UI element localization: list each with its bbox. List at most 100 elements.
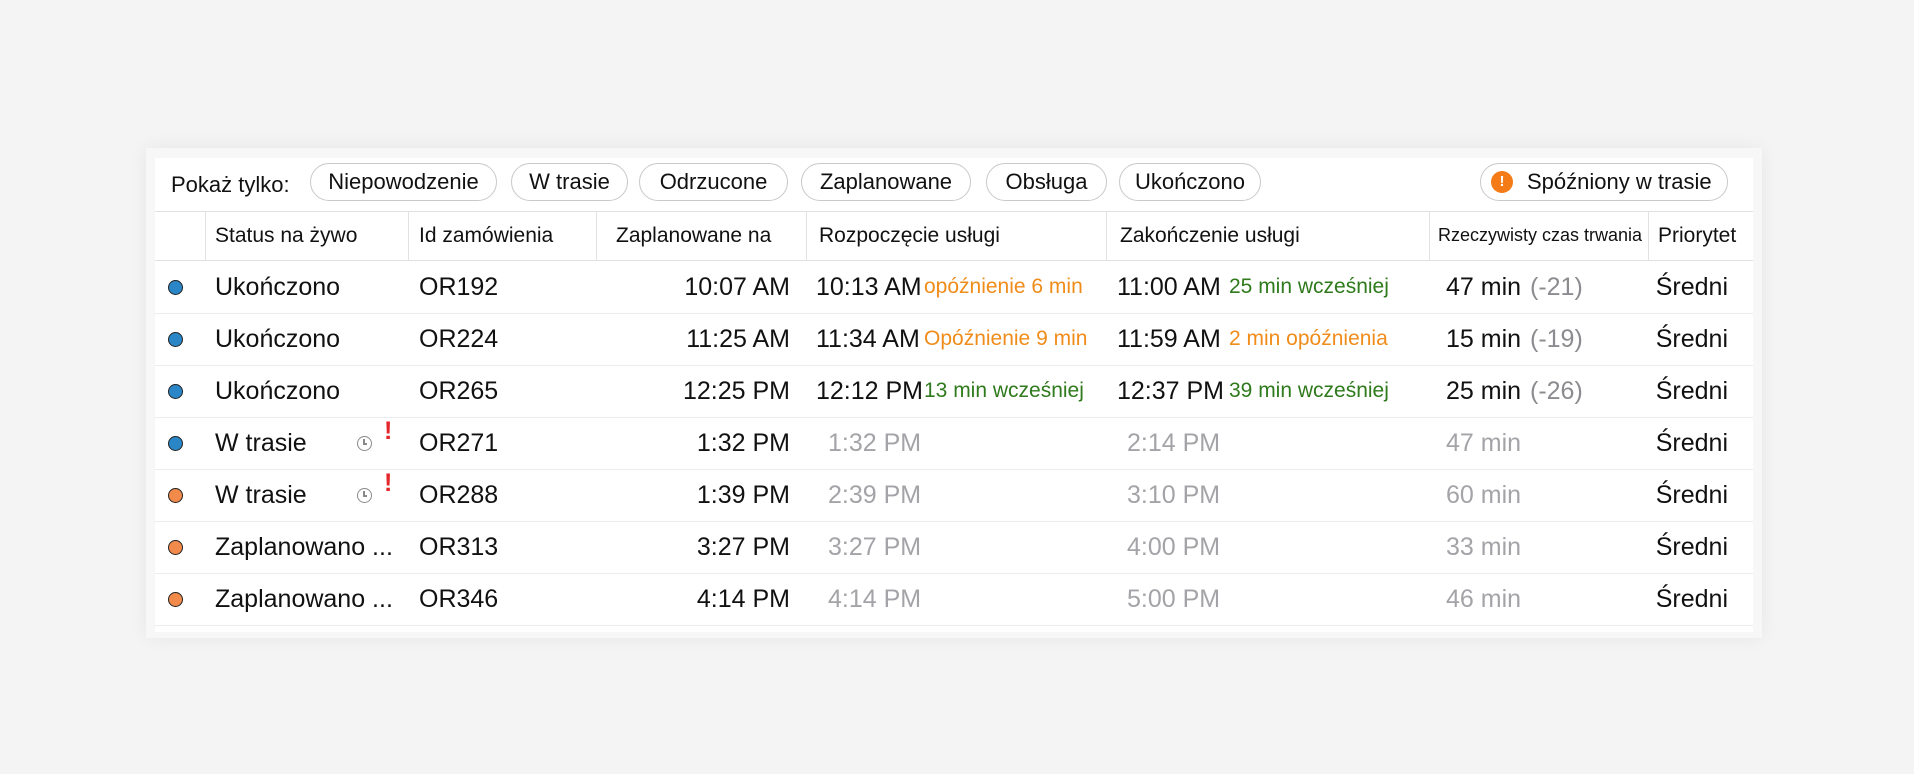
warning-icon: ! [1491, 171, 1513, 193]
actual-duration: 60 min [1446, 481, 1522, 509]
order-id: OR224 [419, 325, 499, 353]
priority-value: Średni [1655, 533, 1728, 561]
order-id: OR288 [419, 481, 499, 509]
priority-value: Średni [1655, 377, 1728, 405]
header-divider [408, 211, 409, 260]
header-actual-duration[interactable]: Rzeczywisty czas trwania [1438, 211, 1642, 260]
header-divider [1429, 211, 1430, 260]
order-id: OR265 [419, 377, 499, 405]
service-start-note: opóźnienie 6 min [924, 275, 1083, 298]
status-dot-icon [168, 280, 183, 295]
actual-duration: 15 min [1446, 325, 1522, 353]
header-divider [1648, 211, 1649, 260]
orders-panel: Pokaż tylko: Niepowodzenie W trasie Odrz… [155, 158, 1753, 632]
service-start-note: 13 min wcześniej [924, 379, 1084, 402]
actual-duration: 33 min [1446, 533, 1522, 561]
service-end-time: 12:37 PM [1117, 377, 1225, 405]
status-dot-icon [168, 488, 183, 503]
filter-chip-late-in-transit[interactable]: ! Spóźniony w trasie [1480, 163, 1728, 201]
service-start-time: 3:27 PM [828, 533, 922, 561]
priority-value: Średni [1655, 273, 1728, 301]
service-end-time: 11:59 AM [1117, 325, 1221, 353]
service-end-time: 5:00 PM [1127, 585, 1221, 613]
status-dot-icon [168, 592, 183, 607]
table-row[interactable]: Ukończono OR265 12:25 PM 12:12 PM 13 min wcz… [155, 365, 1753, 418]
header-divider [1106, 211, 1107, 260]
service-end-time: 11:00 AM [1117, 273, 1221, 301]
filter-chip-obsluga[interactable]: Obsługa [986, 163, 1107, 201]
scheduled-time: 3:27 PM [696, 533, 790, 561]
service-start-time: 2:39 PM [828, 481, 922, 509]
status-dot-icon [168, 384, 183, 399]
duration-delta: (-21) [1530, 273, 1583, 301]
header-divider [806, 211, 807, 260]
scheduled-time: 10:07 AM [684, 273, 790, 301]
filter-bar: Pokaż tylko: Niepowodzenie W trasie Odrz… [155, 158, 1753, 212]
service-end-time: 2:14 PM [1127, 429, 1221, 457]
service-start-time: 11:34 AM [816, 325, 920, 353]
status-text: W trasie [215, 429, 307, 457]
service-end-note: 39 min wcześniej [1229, 379, 1389, 402]
service-start-note: Opóźnienie 9 min [924, 327, 1088, 350]
table-row[interactable]: W trasie! OR288 1:39 PM 2:39 PM 3:10 PM 60 mi… [155, 469, 1753, 522]
service-end-note: 25 min wcześniej [1229, 275, 1389, 298]
header-scheduled[interactable]: Zaplanowane na [616, 211, 771, 260]
order-id: OR271 [419, 429, 499, 457]
header-order-id[interactable]: Id zamówienia [419, 211, 553, 260]
status-text: Zaplanowano ... [215, 533, 393, 561]
alert-icon: ! [384, 469, 393, 497]
status-text: Ukończono [215, 273, 341, 301]
actual-duration: 47 min [1446, 273, 1522, 301]
scheduled-time: 1:39 PM [696, 481, 790, 509]
table-row[interactable]: W trasie! OR271 1:32 PM 1:32 PM 2:14 PM 47 mi… [155, 417, 1753, 470]
table-row[interactable]: Ukończono OR192 10:07 AM 10:13 AM opóźnienie… [155, 261, 1753, 314]
status-dot-icon [168, 332, 183, 347]
status-dot-icon [168, 540, 183, 555]
priority-value: Średni [1655, 429, 1728, 457]
filter-chip-odrzucone[interactable]: Odrzucone [639, 163, 788, 201]
service-end-time: 3:10 PM [1127, 481, 1221, 509]
table-header: Status na żywo Id zamówienia Zaplanowane… [155, 211, 1753, 261]
filter-chip-ukonczono[interactable]: Ukończono [1119, 163, 1261, 201]
scheduled-time: 1:32 PM [696, 429, 790, 457]
priority-value: Średni [1655, 481, 1728, 509]
filter-chip-late-label: Spóźniony w trasie [1527, 169, 1712, 194]
actual-duration: 25 min [1446, 377, 1522, 405]
status-text: W trasie [215, 481, 307, 509]
service-start-time: 4:14 PM [828, 585, 922, 613]
scheduled-time: 12:25 PM [682, 377, 790, 405]
header-service-end[interactable]: Zakończenie usługi [1120, 211, 1300, 260]
service-start-time: 1:32 PM [828, 429, 922, 457]
table-row[interactable]: Zaplanowano ... OR346 4:14 PM 4:14 PM 5:00 P… [155, 573, 1753, 626]
table-row[interactable]: Ukończono OR224 11:25 AM 11:34 AM Opóźnienie… [155, 313, 1753, 366]
filter-chip-zaplanowane[interactable]: Zaplanowane [801, 163, 971, 201]
header-divider [596, 211, 597, 260]
order-id: OR313 [419, 533, 499, 561]
service-start-time: 10:13 AM [816, 273, 922, 301]
filter-chip-w-trasie[interactable]: W trasie [511, 163, 628, 201]
duration-delta: (-26) [1530, 377, 1583, 405]
clock-icon [357, 436, 372, 451]
header-priority[interactable]: Priorytet [1658, 211, 1736, 260]
priority-value: Średni [1655, 585, 1728, 613]
service-end-note: 2 min opóźnienia [1229, 327, 1388, 350]
order-id: OR346 [419, 585, 499, 613]
status-dot-icon [168, 436, 183, 451]
status-text: Ukończono [215, 377, 341, 405]
header-service-start[interactable]: Rozpoczęcie usługi [819, 211, 1000, 260]
status-text: Zaplanowano ... [215, 585, 393, 613]
scheduled-time: 4:14 PM [696, 585, 790, 613]
service-start-time: 12:12 PM [816, 377, 924, 405]
service-end-time: 4:00 PM [1127, 533, 1221, 561]
filter-label: Pokaż tylko: [171, 172, 290, 197]
alert-icon: ! [384, 417, 393, 445]
actual-duration: 46 min [1446, 585, 1522, 613]
priority-value: Średni [1655, 325, 1728, 353]
header-status[interactable]: Status na żywo [215, 211, 357, 260]
table-row[interactable]: Zaplanowano ... OR313 3:27 PM 3:27 PM 4:00 P… [155, 521, 1753, 574]
clock-icon [357, 488, 372, 503]
scheduled-time: 11:25 AM [686, 325, 790, 353]
header-divider [205, 211, 206, 260]
filter-chip-niepowodzenie[interactable]: Niepowodzenie [310, 163, 497, 201]
status-text: Ukończono [215, 325, 341, 353]
